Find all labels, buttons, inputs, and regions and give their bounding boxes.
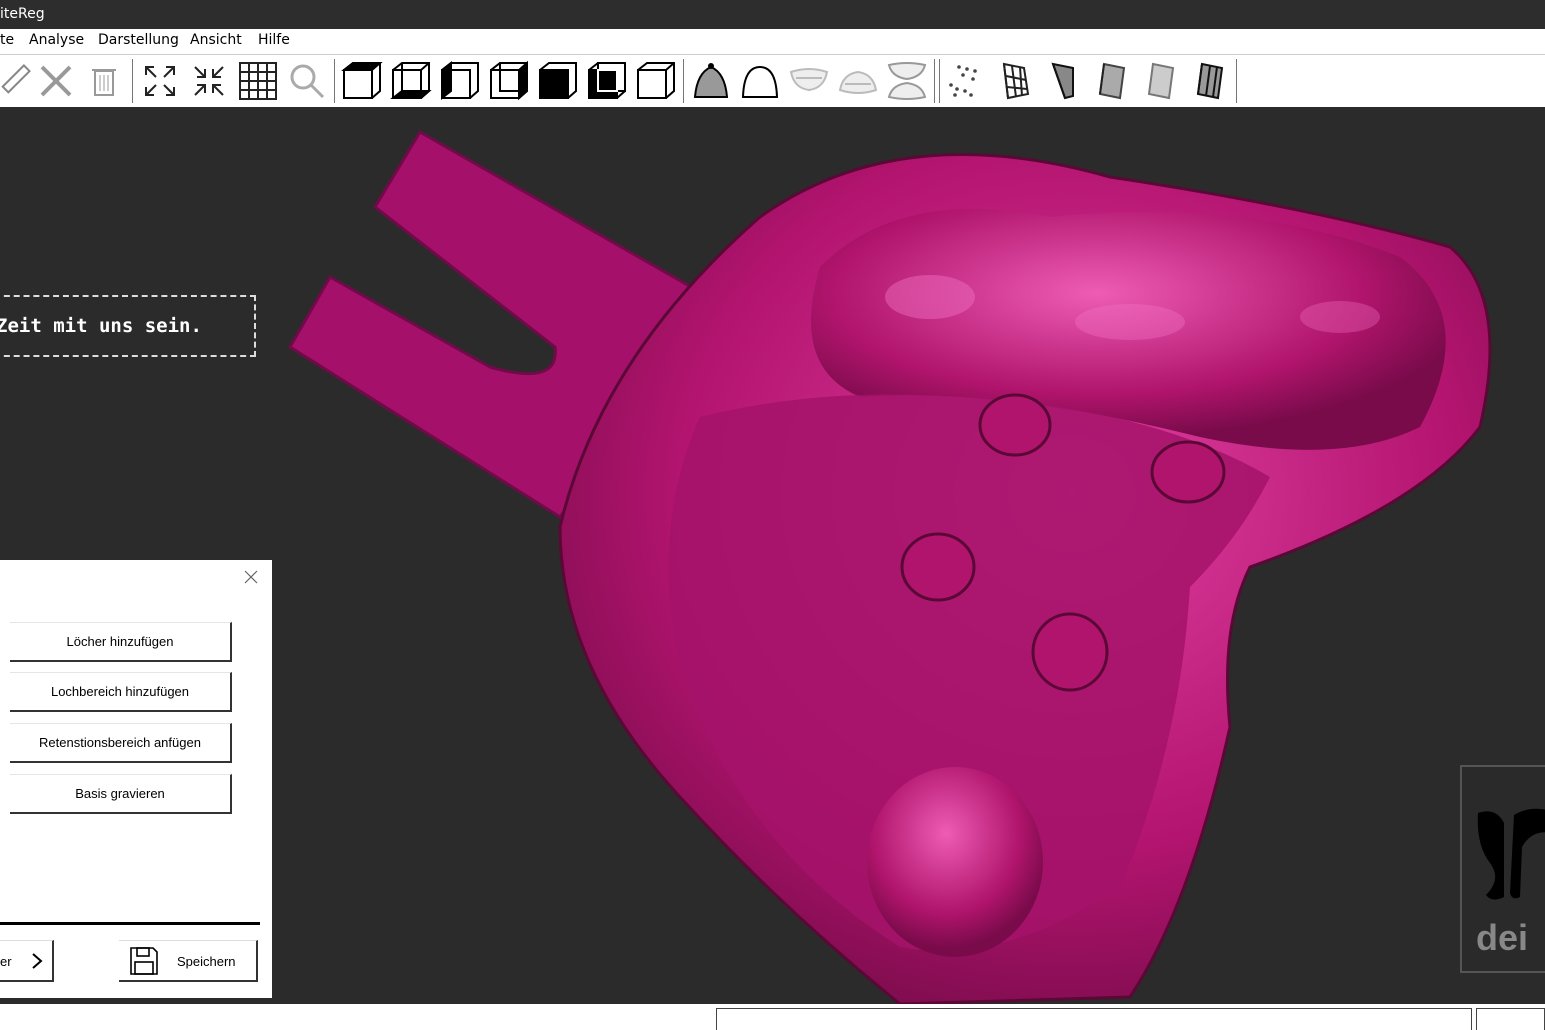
measure-remove-icon[interactable]	[34, 59, 78, 103]
mesh-shaded-icon[interactable]	[1041, 59, 1085, 103]
brand-logo: dei e	[1460, 765, 1545, 973]
bell-dotted-icon[interactable]	[689, 59, 733, 103]
menu-item-file[interactable]: te	[0, 32, 14, 48]
panel-divider	[0, 922, 260, 925]
view-wire-icon[interactable]	[634, 59, 678, 103]
status-field-right	[1476, 1008, 1545, 1030]
view-back-icon[interactable]	[536, 59, 580, 103]
toolbar-separator	[1236, 59, 1237, 103]
shrink-icon[interactable]	[187, 59, 231, 103]
arch-icon[interactable]	[738, 59, 782, 103]
next-button[interactable]: er	[0, 940, 54, 982]
info-banner: Zeit mit uns sein.	[0, 295, 256, 357]
grid-icon[interactable]	[236, 59, 280, 103]
floppy-disk-icon	[129, 946, 159, 979]
title-bar: iteReg	[0, 0, 1545, 29]
toolbar-separator	[939, 59, 940, 103]
add-holes-button[interactable]: Löcher hinzufügen	[10, 622, 232, 662]
toolbar	[0, 54, 1545, 108]
upper-jaw-icon[interactable]	[787, 59, 831, 103]
add-hole-area-button[interactable]: Lochbereich hinzufügen	[10, 672, 232, 712]
toolbar-separator	[132, 59, 133, 103]
surface-wire-shaded-icon[interactable]	[1188, 59, 1232, 103]
close-icon[interactable]	[242, 568, 260, 586]
view-left-icon[interactable]	[438, 59, 482, 103]
surface-smooth-icon[interactable]	[1090, 59, 1134, 103]
menu-bar: te Analyse Darstellung Ansicht Hilfe	[0, 29, 1545, 54]
mesh-wire-icon[interactable]	[992, 59, 1036, 103]
expand-icon[interactable]	[138, 59, 182, 103]
logo-text: dei e	[1476, 917, 1529, 971]
toolbar-separator	[683, 59, 684, 103]
both-jaws-icon[interactable]	[885, 59, 929, 103]
add-retention-area-button[interactable]: Retenstionsbereich anfügen	[10, 723, 232, 763]
menu-item-hilfe[interactable]: Hilfe	[258, 32, 290, 48]
point-cloud-icon[interactable]	[943, 59, 987, 103]
banner-text: Zeit mit uns sein.	[0, 315, 202, 337]
view-iso-icon[interactable]	[585, 59, 629, 103]
trash-icon[interactable]	[82, 59, 126, 103]
menu-item-ansicht[interactable]: Ansicht	[190, 32, 242, 48]
next-button-label: er	[0, 954, 12, 969]
view-right-icon[interactable]	[487, 59, 531, 103]
status-field-main	[716, 1008, 1472, 1030]
engrave-base-button[interactable]: Basis gravieren	[10, 774, 232, 814]
zoom-icon[interactable]	[285, 59, 329, 103]
view-front-icon[interactable]	[340, 59, 384, 103]
view-bottom-icon[interactable]	[389, 59, 433, 103]
menu-item-darstellung[interactable]: Darstellung	[98, 32, 179, 48]
save-button-label: Speichern	[177, 954, 236, 969]
ruler-icon[interactable]	[0, 59, 36, 103]
toolbar-separator	[334, 59, 335, 103]
window-title: iteReg	[0, 6, 45, 22]
lower-jaw-icon[interactable]	[836, 59, 880, 103]
menu-item-analyse[interactable]: Analyse	[29, 32, 84, 48]
toolbar-separator	[934, 59, 935, 103]
surface-light-icon[interactable]	[1139, 59, 1183, 103]
save-button[interactable]: Speichern	[119, 940, 258, 982]
chevron-right-icon	[30, 951, 44, 974]
